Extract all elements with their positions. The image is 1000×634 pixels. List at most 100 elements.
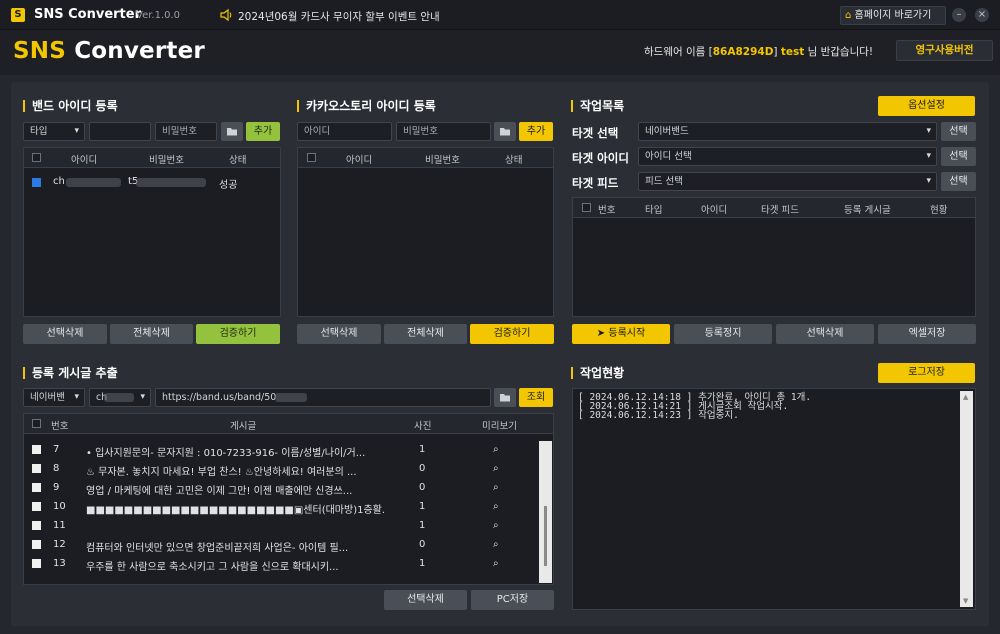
row-checkbox[interactable] — [32, 445, 41, 454]
band-folder-button[interactable] — [221, 122, 243, 141]
magnifier-icon[interactable]: ⌕ — [493, 444, 499, 455]
table-row[interactable]: 12 컴퓨터와 인터넷만 있으면 창업준비끝저희 사업은- 아이템 필... 0… — [24, 536, 553, 555]
stop-register-button[interactable]: 등록정지 — [674, 324, 772, 344]
jobs-section-title: 작업목록 — [571, 100, 624, 112]
kakao-delete-selected-button[interactable]: 선택삭제 — [297, 324, 381, 344]
extract-source-select[interactable]: 네이버밴 — [23, 388, 85, 407]
target-id-button[interactable]: 선택 — [941, 147, 976, 166]
kakao-col-status: 상태 — [505, 155, 523, 166]
minimize-button[interactable]: – — [952, 8, 966, 22]
close-button[interactable]: × — [975, 8, 989, 22]
band-password-input[interactable]: 비밀번호 — [155, 122, 217, 141]
scroll-down-icon[interactable]: ▼ — [963, 597, 968, 605]
target-feed-button[interactable]: 선택 — [941, 172, 976, 191]
post-delete-selected-button[interactable]: 선택삭제 — [384, 590, 467, 610]
post-row-photos: 0 — [419, 539, 426, 550]
kakao-delete-all-button[interactable]: 전체삭제 — [384, 324, 467, 344]
hw-id: 86A8294D — [712, 46, 774, 58]
magnifier-icon[interactable]: ⌕ — [493, 501, 499, 512]
start-register-button[interactable]: ➤ 등록시작 — [572, 324, 670, 344]
folder-icon — [500, 128, 510, 136]
job-select-all-checkbox[interactable] — [582, 203, 591, 212]
job-col-status: 현황 — [930, 205, 948, 216]
target-select-button[interactable]: 선택 — [941, 122, 976, 141]
band-row-status: 성공 — [219, 180, 238, 191]
row-checkbox[interactable] — [32, 540, 41, 549]
magnifier-icon[interactable]: ⌕ — [493, 482, 499, 493]
license-button[interactable]: 영구사용버전 — [896, 40, 993, 61]
band-delete-all-button[interactable]: 전체삭제 — [110, 324, 193, 344]
post-col-photos: 사진 — [414, 421, 432, 432]
target-feed-label: 타겟 피드 — [572, 176, 619, 190]
post-row-no: 13 — [53, 558, 66, 569]
post-row-no: 7 — [53, 444, 60, 455]
search-button[interactable]: 조회 — [519, 388, 553, 407]
band-add-button[interactable]: 추가 — [246, 122, 280, 141]
post-row-text: ■■■■■■■■■■■■■■■■■■■■■■▣센터(대마방)1층활... — [86, 505, 386, 516]
home-icon: ⌂ — [845, 10, 852, 21]
band-type-select[interactable]: 타입 — [23, 122, 85, 141]
magnifier-icon[interactable]: ⌕ — [493, 539, 499, 550]
brand-logo-sns: SNS — [13, 38, 66, 64]
job-table-header: 번호 타입 아이디 타겟 피드 등록 게시글 현황 — [573, 198, 975, 218]
excel-save-button[interactable]: 엑셀저장 — [878, 324, 976, 344]
band-select-all-checkbox[interactable] — [32, 153, 41, 162]
jobs-delete-selected-button[interactable]: 선택삭제 — [776, 324, 874, 344]
options-button[interactable]: 옵션설정 — [878, 96, 975, 116]
homepage-button[interactable]: ⌂ 홈페이지 바로가기 — [840, 6, 946, 25]
post-table-scrollbar[interactable] — [539, 441, 552, 583]
scroll-up-icon[interactable]: ▲ — [963, 393, 968, 401]
log-line: [ 2024.06.12.14:23 ] 작업중지. — [578, 410, 739, 421]
magnifier-icon[interactable]: ⌕ — [493, 463, 499, 474]
pc-save-button[interactable]: PC저장 — [471, 590, 554, 610]
log-scrollbar[interactable]: ▲ ▼ — [960, 391, 973, 607]
band-id-input[interactable] — [89, 122, 151, 141]
kakao-password-input[interactable]: 비밀번호 — [396, 122, 491, 141]
row-checkbox[interactable] — [32, 502, 41, 511]
brand-logo: SNS Converter — [13, 38, 205, 64]
target-select-dropdown[interactable]: 네이버밴드 — [638, 122, 937, 141]
row-checkbox[interactable] — [32, 559, 41, 568]
target-select-label: 타겟 선택 — [572, 126, 619, 140]
extract-folder-button[interactable] — [494, 388, 516, 407]
kakao-select-all-checkbox[interactable] — [307, 153, 316, 162]
kakao-table-header: 아이디 비밀번호 상태 — [298, 148, 553, 168]
table-row[interactable]: 10 ■■■■■■■■■■■■■■■■■■■■■■▣센터(대마방)1층활... … — [24, 498, 553, 517]
row-checkbox[interactable] — [32, 178, 41, 187]
log-save-button[interactable]: 로그저장 — [878, 363, 975, 383]
table-row[interactable]: 8 ♨ 무자본. 놓치지 마세요! 부업 찬스! ♨안녕하세요! 여러분의 ..… — [24, 460, 553, 479]
post-row-photos: 1 — [419, 520, 426, 531]
post-col-no: 번호 — [51, 421, 69, 432]
band-delete-selected-button[interactable]: 선택삭제 — [23, 324, 107, 344]
post-col-preview: 미리보기 — [482, 421, 517, 432]
table-row[interactable]: ch t5 성공 — [24, 173, 280, 192]
post-row-no: 8 — [53, 463, 60, 474]
job-col-no: 번호 — [598, 205, 616, 216]
table-row[interactable]: 11 1 ⌕ — [24, 517, 553, 536]
band-verify-button[interactable]: 검증하기 — [196, 324, 280, 344]
band-url-input[interactable]: https://band.us/band/50 — [155, 388, 491, 407]
scrollbar-thumb[interactable] — [544, 506, 547, 566]
post-table: 번호 게시글 사진 미리보기 7 • 입사지원문의- 문자지원 : 010-72… — [23, 413, 554, 585]
row-checkbox[interactable] — [32, 521, 41, 530]
hw-suffix: 님 반갑습니다! — [804, 46, 874, 58]
target-feed-dropdown[interactable]: 피드 선택 — [638, 172, 937, 191]
status-section-title: 작업현황 — [571, 367, 624, 379]
hardware-info: 하드웨어 이름 [86A8294D] test 님 반갑습니다! — [644, 44, 873, 59]
kakao-id-input[interactable]: 아이디 — [297, 122, 392, 141]
row-checkbox[interactable] — [32, 483, 41, 492]
table-row[interactable]: 13 우주를 한 사람으로 축소시키고 그 사람을 신으로 확대시키... 1 … — [24, 555, 553, 574]
table-row[interactable]: 9 영업 / 마케팅에 대한 고민은 이제 그만! 이젠 매출에만 신경쓰...… — [24, 479, 553, 498]
kakao-verify-button[interactable]: 검증하기 — [470, 324, 554, 344]
row-checkbox[interactable] — [32, 464, 41, 473]
magnifier-icon[interactable]: ⌕ — [493, 558, 499, 569]
target-id-dropdown[interactable]: 아이디 선택 — [638, 147, 937, 166]
table-row[interactable]: 7 • 입사지원문의- 문자지원 : 010-7233-916- 이름/성별/나… — [24, 441, 553, 460]
magnifier-icon[interactable]: ⌕ — [493, 520, 499, 531]
post-row-text: 컴퓨터와 인터넷만 있으면 창업준비끝저희 사업은- 아이템 필... — [86, 543, 349, 554]
app-logo-icon: S — [11, 8, 25, 22]
kakao-add-button[interactable]: 추가 — [519, 122, 553, 141]
notice-link[interactable]: 2024년06월 카드사 무이자 할부 이벤트 안내 — [238, 9, 440, 24]
post-select-all-checkbox[interactable] — [32, 419, 41, 428]
kakao-folder-button[interactable] — [494, 122, 516, 141]
